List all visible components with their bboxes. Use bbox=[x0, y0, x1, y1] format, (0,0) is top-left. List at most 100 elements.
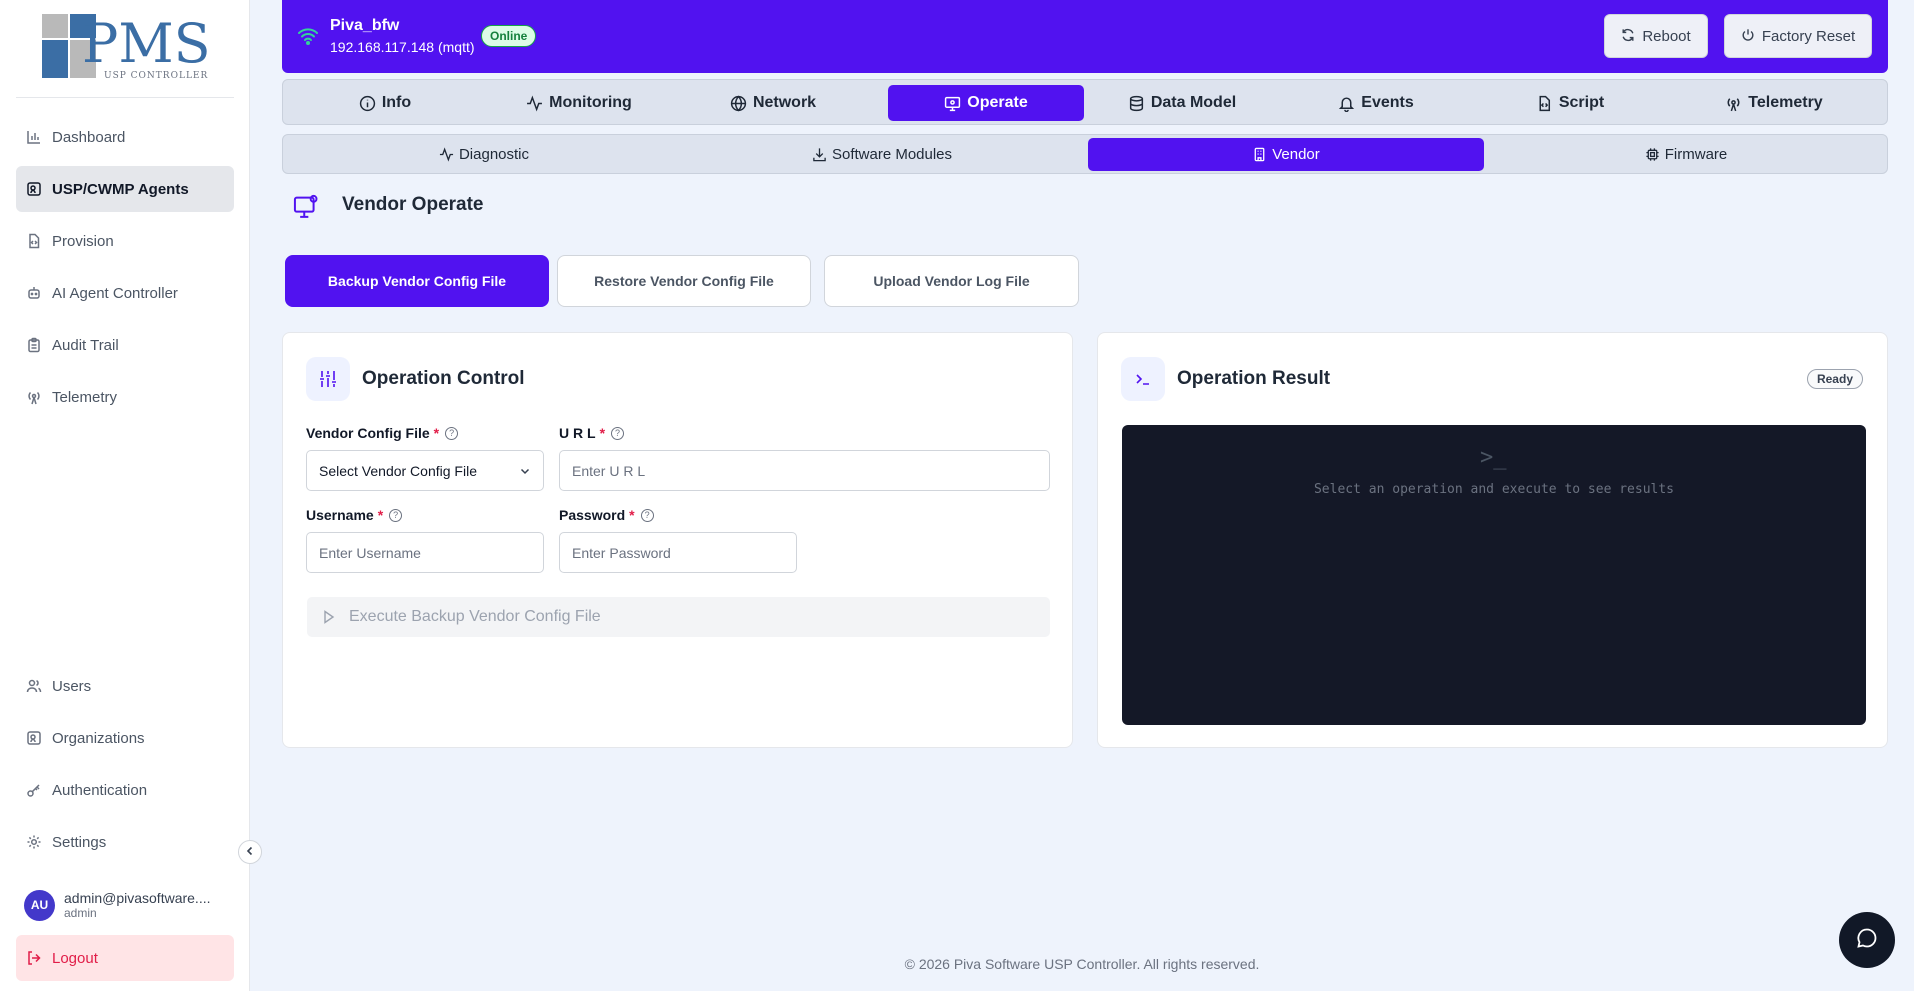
username-input[interactable] bbox=[306, 532, 544, 573]
status-badge: Online bbox=[481, 25, 537, 47]
label-text: U R L bbox=[559, 425, 596, 441]
bar-chart-icon bbox=[25, 128, 43, 146]
user-role: admin bbox=[64, 906, 97, 920]
sliders-icon bbox=[306, 357, 350, 401]
chip-icon bbox=[1645, 147, 1660, 162]
factory-reset-button[interactable]: Factory Reset bbox=[1724, 14, 1872, 58]
sidebar-item-organizations[interactable]: Organizations bbox=[16, 715, 234, 761]
password-input[interactable] bbox=[559, 532, 797, 573]
subtab-firmware[interactable]: Firmware bbox=[1488, 138, 1884, 171]
backup-vendor-config-button[interactable]: Backup Vendor Config File bbox=[285, 255, 549, 307]
file-code-icon bbox=[25, 232, 43, 250]
tab-label: Info bbox=[381, 94, 412, 111]
logo-divider bbox=[16, 97, 234, 98]
help-icon[interactable]: ? bbox=[640, 508, 654, 522]
download-icon bbox=[812, 147, 827, 162]
operation-control-panel: Operation Control Vendor Config File * ?… bbox=[282, 332, 1073, 748]
antenna-icon bbox=[25, 388, 43, 406]
sidebar-item-label: Settings bbox=[52, 833, 107, 851]
bell-icon bbox=[1338, 95, 1355, 112]
svg-text:USP CONTROLLER: USP CONTROLLER bbox=[104, 71, 208, 81]
sidebar-item-provision[interactable]: Provision bbox=[16, 218, 234, 264]
refresh-icon bbox=[1621, 28, 1635, 45]
power-icon bbox=[1741, 28, 1755, 45]
collapse-sidebar-button[interactable] bbox=[238, 840, 262, 864]
tab-operate[interactable]: Operate bbox=[888, 85, 1084, 121]
empty-result-text: Select an operation and execute to see r… bbox=[1313, 482, 1675, 497]
upload-vendor-log-button[interactable]: Upload Vendor Log File bbox=[824, 255, 1079, 307]
subtab-vendor[interactable]: Vendor bbox=[1088, 138, 1484, 171]
subtab-software-modules[interactable]: Software Modules bbox=[685, 138, 1079, 171]
required-mark: * bbox=[377, 507, 384, 523]
tab-network[interactable]: Network bbox=[677, 85, 869, 121]
globe-icon bbox=[730, 95, 747, 112]
antenna-icon bbox=[1725, 95, 1742, 112]
sidebar-item-label: Audit Trail bbox=[52, 336, 119, 354]
logout-icon bbox=[25, 949, 43, 967]
wifi-icon bbox=[296, 24, 320, 48]
chat-button[interactable] bbox=[1839, 912, 1895, 968]
tab-script[interactable]: Script bbox=[1474, 85, 1666, 121]
tab-telemetry[interactable]: Telemetry bbox=[1668, 85, 1880, 121]
url-input[interactable] bbox=[559, 450, 1050, 491]
users-icon bbox=[25, 677, 43, 695]
sidebar-item-audit-trail[interactable]: Audit Trail bbox=[16, 322, 234, 368]
agents-icon bbox=[25, 180, 43, 198]
activity-icon bbox=[439, 147, 454, 162]
user-profile[interactable]: AU admin@pivasoftware.... admin bbox=[24, 884, 234, 926]
tab-events[interactable]: Events bbox=[1280, 85, 1472, 121]
device-address: 192.168.117.148 (mqtt) bbox=[330, 39, 475, 55]
url-label: U R L * ? bbox=[559, 425, 625, 441]
panel-title: Operation Control bbox=[362, 368, 525, 389]
sidebar-item-settings[interactable]: Settings bbox=[16, 819, 234, 865]
password-label: Password * ? bbox=[559, 507, 654, 523]
sidebar-item-ai-agent-controller[interactable]: AI Agent Controller bbox=[16, 270, 234, 316]
tab-label: Monitoring bbox=[549, 94, 632, 111]
avatar: AU bbox=[24, 889, 55, 921]
organization-icon bbox=[25, 729, 43, 747]
sidebar-item-label: Users bbox=[52, 677, 92, 695]
help-icon[interactable]: ? bbox=[611, 426, 625, 440]
required-mark: * bbox=[433, 425, 440, 441]
clipboard-icon bbox=[25, 336, 43, 354]
label-text: Password bbox=[559, 507, 626, 523]
subtab-label: Diagnostic bbox=[458, 146, 530, 163]
tab-data-model[interactable]: Data Model bbox=[1086, 85, 1278, 121]
subtab-diagnostic[interactable]: Diagnostic bbox=[287, 138, 681, 171]
sidebar-item-label: Authentication bbox=[52, 781, 148, 799]
status-badge: Ready bbox=[1806, 369, 1863, 389]
sidebar-item-label: AI Agent Controller bbox=[52, 284, 178, 302]
sidebar-item-label: Provision bbox=[52, 232, 114, 250]
tab-label: Script bbox=[1558, 94, 1605, 111]
chevron-left-icon bbox=[245, 845, 255, 859]
help-icon[interactable]: ? bbox=[389, 508, 403, 522]
sidebar-item-usp-cwmp-agents[interactable]: USP/CWMP Agents bbox=[16, 166, 234, 212]
tab-label: Operate bbox=[967, 94, 1028, 111]
sidebar-item-telemetry[interactable]: Telemetry bbox=[16, 374, 234, 420]
operate-sub-tabs: Diagnostic Software Modules Vendor Firmw… bbox=[282, 134, 1888, 174]
sidebar-item-dashboard[interactable]: Dashboard bbox=[16, 114, 234, 160]
key-icon bbox=[25, 781, 43, 799]
logo[interactable]: PMS USP CONTROLLER bbox=[40, 12, 215, 82]
logout-button[interactable]: Logout bbox=[16, 935, 234, 981]
sidebar-item-label: Telemetry bbox=[52, 388, 118, 406]
svg-text:PMS: PMS bbox=[82, 12, 211, 75]
restore-vendor-config-button[interactable]: Restore Vendor Config File bbox=[557, 255, 811, 307]
factory-reset-label: Factory Reset bbox=[1761, 27, 1856, 45]
terminal-icon bbox=[1121, 357, 1165, 401]
chevron-down-icon bbox=[519, 464, 531, 480]
help-icon[interactable]: ? bbox=[445, 426, 459, 440]
monitor-cog-icon bbox=[292, 193, 320, 221]
device-name: Piva_bfw bbox=[330, 17, 400, 34]
reboot-button[interactable]: Reboot bbox=[1604, 14, 1708, 58]
tab-info[interactable]: Info bbox=[289, 85, 481, 121]
tab-monitoring[interactable]: Monitoring bbox=[483, 85, 675, 121]
logout-label: Logout bbox=[52, 949, 98, 967]
vendor-config-file-select[interactable]: Select Vendor Config File bbox=[306, 450, 544, 491]
database-icon bbox=[1128, 95, 1145, 112]
sidebar-item-label: Dashboard bbox=[52, 128, 126, 146]
sidebar-item-authentication[interactable]: Authentication bbox=[16, 767, 234, 813]
sidebar-item-users[interactable]: Users bbox=[16, 663, 234, 709]
execute-button[interactable]: Execute Backup Vendor Config File bbox=[307, 597, 1050, 637]
subtab-label: Software Modules bbox=[831, 146, 953, 163]
